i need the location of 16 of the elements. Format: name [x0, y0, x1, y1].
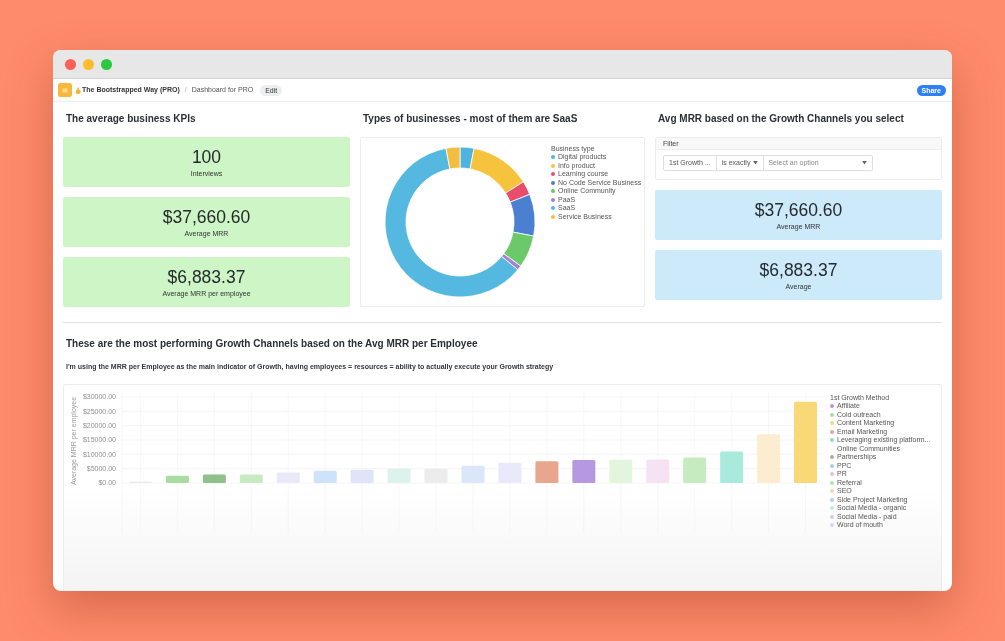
- flexed-arm-icon: [75, 86, 81, 94]
- metric-value: $6,883.37: [167, 266, 246, 287]
- metric-value: $37,660.60: [754, 199, 843, 220]
- caret-icon: [753, 161, 759, 165]
- maximize-button[interactable]: [101, 58, 112, 70]
- close-button[interactable]: [65, 58, 76, 70]
- section-title: Types of businesses - most of them are SaaS: [363, 112, 579, 126]
- metric-value: $37,660.60: [162, 206, 251, 227]
- metric-value: 100: [191, 146, 222, 167]
- app-logo-icon[interactable]: [58, 83, 72, 97]
- minimize-button[interactable]: [83, 58, 94, 70]
- section-title: These are the most performing Growth Channels based on the Avg MRR per Employee: [66, 337, 479, 351]
- metric-value: $6,883.37: [759, 259, 838, 280]
- section-title: The average business KPIs: [66, 112, 197, 126]
- section-title: Avg MRR based on the Growth Channels you select: [658, 112, 905, 126]
- caret-icon: [862, 161, 868, 165]
